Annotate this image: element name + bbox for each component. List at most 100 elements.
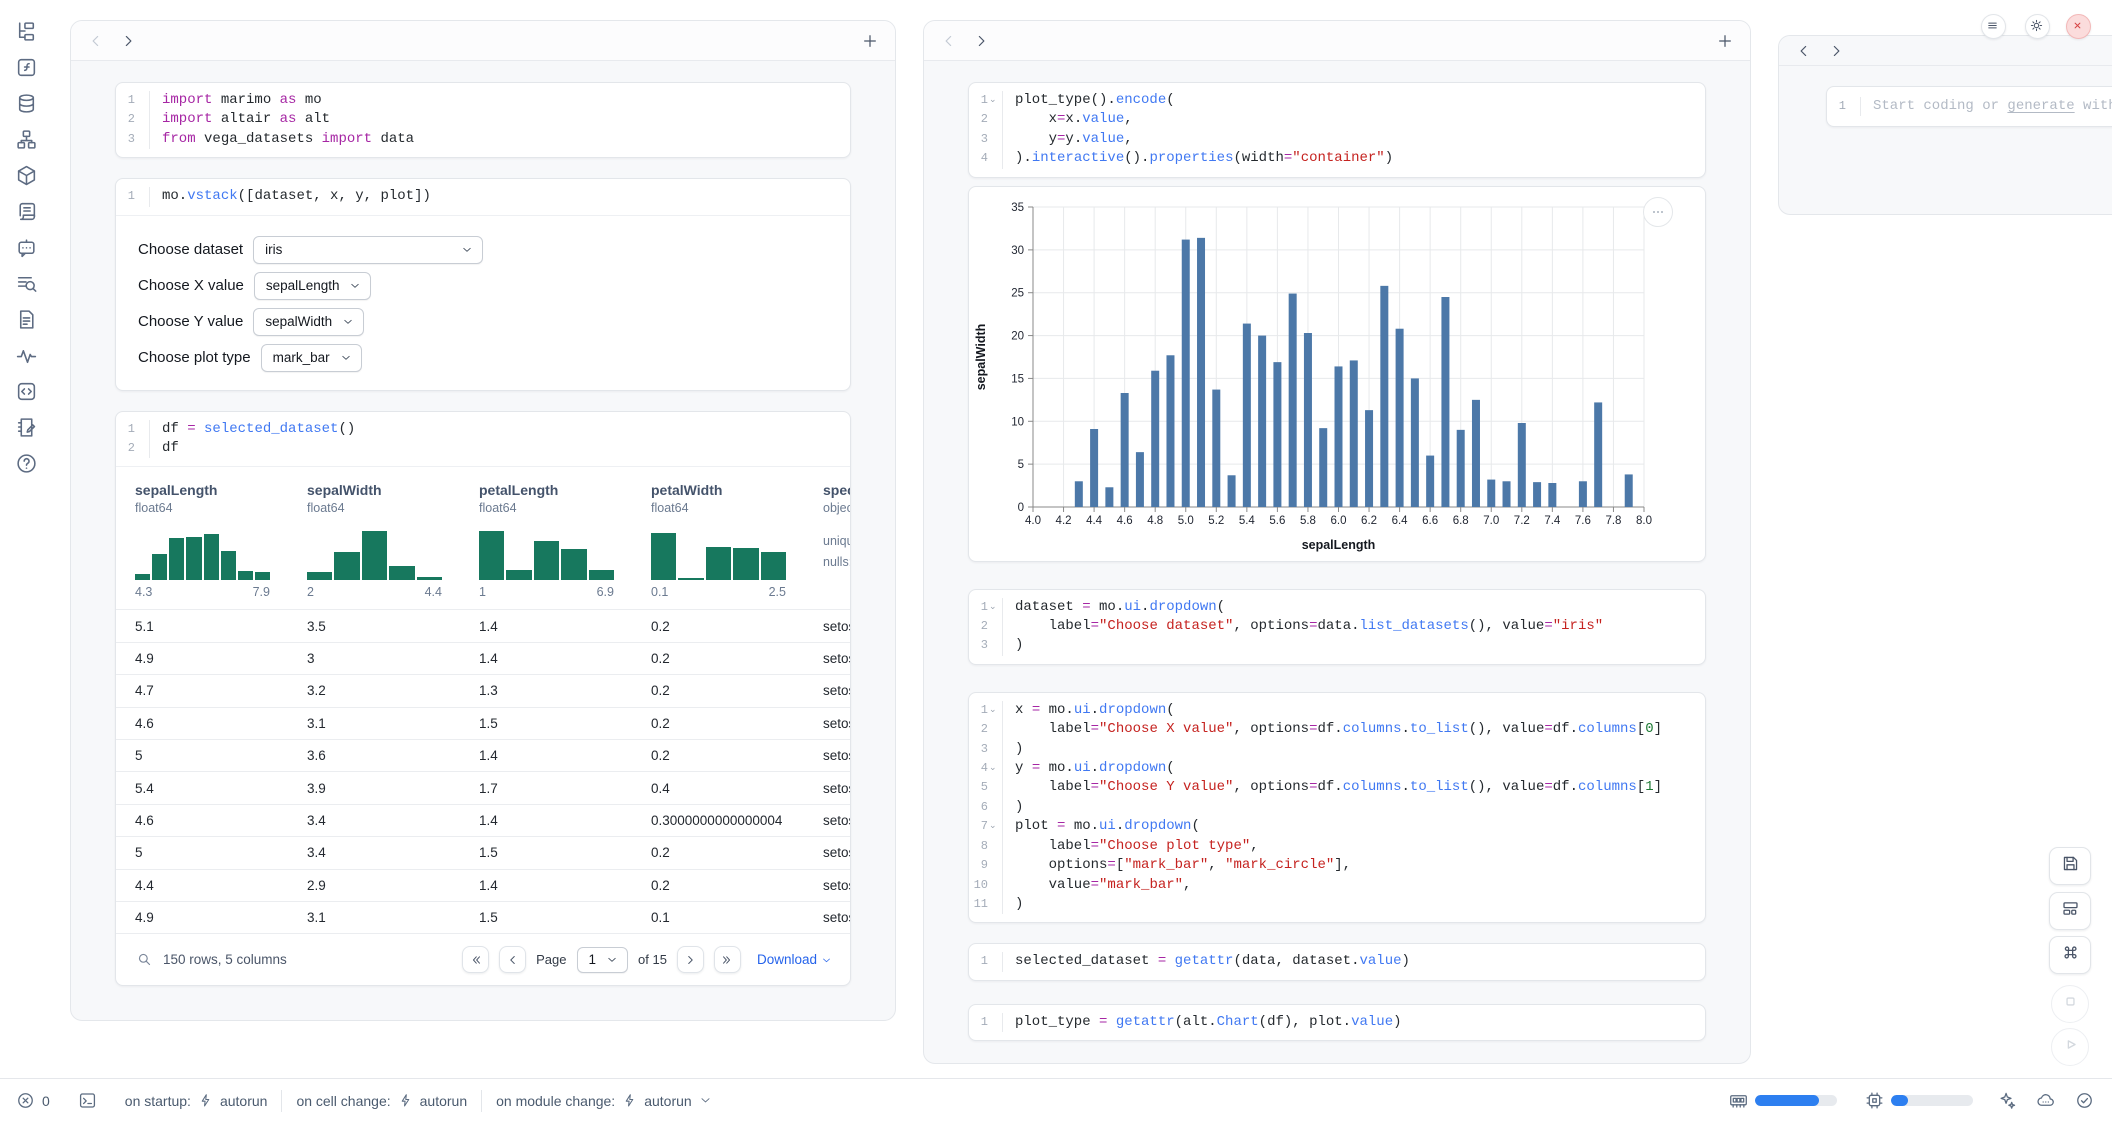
script-icon[interactable] <box>15 200 38 223</box>
generate-link[interactable]: generate <box>2007 98 2074 114</box>
add-cell-button[interactable] <box>861 32 879 50</box>
autorun-setting-3[interactable]: on module change:autorun <box>482 1089 726 1113</box>
package-manager-button[interactable] <box>2026 1089 2065 1113</box>
chart-actions-button[interactable] <box>1643 197 1673 227</box>
empty-code-editor[interactable]: 1 Start coding or generate with <box>1827 87 2112 126</box>
table-row[interactable]: 53.41.50.2setos <box>116 836 850 868</box>
nav-back-button[interactable] <box>1795 42 1813 60</box>
ram-usage-indicator[interactable] <box>1715 1089 1851 1113</box>
table-row[interactable]: 5.13.51.40.2setos <box>116 609 850 641</box>
cpu-meter <box>1891 1095 1973 1106</box>
table-row[interactable]: 4.931.40.2setos <box>116 642 850 674</box>
code-editor-plot[interactable]: 1⌄plot_type().encode(2 x=x.value,3 y=y.v… <box>969 83 1705 177</box>
column-histogram[interactable] <box>479 528 614 580</box>
column-header[interactable]: sepalLengthfloat644.37.9 <box>116 482 288 599</box>
column-type: objec <box>823 501 850 515</box>
search-icon[interactable] <box>136 951 153 968</box>
chevron-down-icon <box>342 316 354 328</box>
column-header[interactable]: sepalWidthfloat6424.4 <box>288 482 460 599</box>
choose-dataset-select[interactable]: iris <box>253 236 483 264</box>
code-editor-imports[interactable]: 1import marimo as mo2import altair as al… <box>116 83 850 157</box>
choose-plot-type-select[interactable]: mark_bar <box>261 344 362 372</box>
altair-bar-chart[interactable]: 4.04.24.44.64.85.05.25.45.65.86.06.26.46… <box>969 187 1705 562</box>
ram-icon <box>1729 1091 1748 1110</box>
activity-sidebar <box>0 0 52 1078</box>
database-icon[interactable] <box>15 92 38 115</box>
choose-plot-type-label: Choose plot type <box>138 349 251 366</box>
table-row[interactable]: 5.43.91.70.4setos <box>116 771 850 803</box>
code-line: 2 label="Choose dataset", options=data.l… <box>969 617 1705 636</box>
table-row[interactable]: 4.93.11.50.1setos <box>116 901 850 933</box>
fold-marker-icon[interactable]: ⌄ <box>989 706 996 715</box>
terminal-button[interactable] <box>64 1089 111 1113</box>
table-row[interactable]: 53.61.40.2setos <box>116 739 850 771</box>
prev-page-button[interactable] <box>499 946 526 973</box>
table-header-row: sepalLengthfloat644.37.9sepalWidthfloat6… <box>116 467 850 609</box>
command-palette-button[interactable] <box>2049 936 2091 974</box>
column-header[interactable]: petalWidthfloat640.12.5 <box>632 482 804 599</box>
stop-button[interactable] <box>2051 985 2089 1023</box>
last-page-button[interactable] <box>714 946 741 973</box>
table-cell: 5 <box>116 845 288 860</box>
column-header[interactable]: petalLengthfloat6416.9 <box>460 482 632 599</box>
nav-forward-button[interactable] <box>119 32 137 50</box>
choose-y-value-select[interactable]: sepalWidth <box>253 308 364 336</box>
table-row[interactable]: 4.63.41.40.3000000000000004setos <box>116 804 850 836</box>
svg-text:7.0: 7.0 <box>1483 515 1499 527</box>
autorun-setting-2[interactable]: on cell change:autorun <box>282 1089 481 1113</box>
fold-marker-icon[interactable]: ⌄ <box>989 764 996 773</box>
settings-button[interactable] <box>2025 14 2050 39</box>
code-editor-xyplot[interactable]: 1⌄x = mo.ui.dropdown(2 label="Choose X v… <box>969 693 1705 922</box>
nav-forward-button[interactable] <box>972 32 990 50</box>
document-icon[interactable] <box>15 308 38 331</box>
first-page-button[interactable] <box>462 946 489 973</box>
fold-marker-icon[interactable]: ⌄ <box>989 822 996 831</box>
code-line: 3 y=y.value, <box>969 130 1705 149</box>
code-editor-selected-dataset[interactable]: 1selected_dataset = getattr(data, datase… <box>969 944 1705 979</box>
save-button[interactable] <box>2049 847 2091 885</box>
help-icon[interactable] <box>15 452 38 475</box>
fold-marker-icon[interactable]: ⌄ <box>989 96 996 105</box>
next-page-button[interactable] <box>677 946 704 973</box>
column-histogram[interactable] <box>135 528 270 580</box>
scratchpad-icon[interactable] <box>15 416 38 439</box>
histogram-bar <box>479 531 504 580</box>
nav-forward-button[interactable] <box>1827 42 1845 60</box>
column-histogram[interactable] <box>307 528 442 580</box>
code-editor-dataset[interactable]: 1⌄dataset = mo.ui.dropdown(2 label="Choo… <box>969 590 1705 664</box>
autorun-setting-1[interactable]: on startup:autorun <box>111 1089 282 1113</box>
chat-bot-icon[interactable] <box>15 236 38 259</box>
choose-x-value-select[interactable]: sepalLength <box>254 272 372 300</box>
run-button[interactable] <box>2051 1028 2089 1066</box>
layout-button[interactable] <box>2049 892 2091 930</box>
file-tree-icon[interactable] <box>15 20 38 43</box>
code-snippet-icon[interactable] <box>15 380 38 403</box>
code-editor-dataframe[interactable]: 1df = selected_dataset()2df <box>116 412 850 468</box>
log-search-icon[interactable] <box>15 272 38 295</box>
function-icon[interactable] <box>15 56 38 79</box>
add-cell-button[interactable] <box>1716 32 1734 50</box>
activity-icon[interactable] <box>15 344 38 367</box>
error-count-indicator[interactable]: 0 <box>16 1089 64 1113</box>
table-row[interactable]: 4.42.91.40.2setos <box>116 869 850 901</box>
column-header[interactable]: speciobjecuniqunulls: <box>804 482 850 599</box>
nav-back-button[interactable] <box>87 32 105 50</box>
download-button[interactable]: Download <box>757 952 832 967</box>
cpu-usage-indicator[interactable] <box>1851 1089 1987 1113</box>
code-editor-vstack[interactable]: 1mo.vstack([dataset, x, y, plot]) <box>116 179 850 215</box>
connection-status-button[interactable] <box>2065 1089 2096 1113</box>
column-histogram[interactable] <box>651 528 786 580</box>
hierarchy-icon[interactable] <box>15 128 38 151</box>
fold-marker-icon[interactable]: ⌄ <box>989 603 996 612</box>
table-row[interactable]: 4.63.11.50.2setos <box>116 707 850 739</box>
dropdown-row: Choose datasetiris <box>138 232 828 268</box>
shutdown-button[interactable] <box>2066 14 2091 39</box>
package-icon[interactable] <box>15 164 38 187</box>
nav-back-button[interactable] <box>940 32 958 50</box>
ai-assist-button[interactable] <box>1987 1089 2026 1113</box>
code-line: 1mo.vstack([dataset, x, y, plot]) <box>116 187 850 206</box>
code-editor-plot-type[interactable]: 1plot_type = getattr(alt.Chart(df), plot… <box>969 1005 1705 1040</box>
menu-button[interactable] <box>1981 14 2006 39</box>
page-select[interactable]: 1 <box>577 947 629 973</box>
table-row[interactable]: 4.73.21.30.2setos <box>116 674 850 706</box>
